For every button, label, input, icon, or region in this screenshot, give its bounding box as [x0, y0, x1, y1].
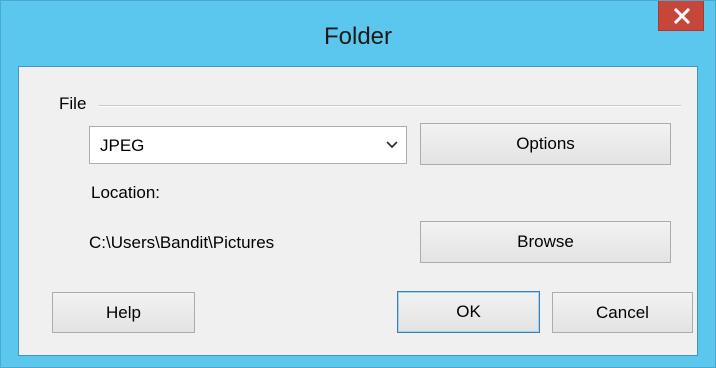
browse-button-label: Browse: [517, 232, 574, 251]
chevron-down-icon: [386, 141, 398, 149]
help-button-label: Help: [106, 303, 141, 322]
file-group-divider: [99, 105, 681, 107]
options-button[interactable]: Options: [420, 123, 671, 165]
ok-button[interactable]: OK: [397, 291, 540, 333]
file-group-label: File: [59, 94, 93, 114]
close-icon: [674, 8, 690, 24]
file-format-select[interactable]: JPEG: [89, 126, 407, 164]
help-button[interactable]: Help: [52, 292, 195, 333]
file-format-value: JPEG: [100, 136, 145, 155]
browse-button[interactable]: Browse: [420, 221, 671, 263]
location-label: Location:: [91, 183, 160, 202]
folder-dialog-window: Folder File JPEG Options Location: C:\Us…: [0, 0, 716, 368]
window-title: Folder: [323, 23, 393, 50]
location-path: C:\Users\Bandit\Pictures: [89, 233, 275, 252]
ok-button-label: OK: [456, 302, 481, 321]
cancel-button-label: Cancel: [596, 303, 649, 322]
options-button-label: Options: [516, 134, 575, 153]
dialog-body: File JPEG Options Location: C:\Users\Ban…: [18, 66, 698, 356]
cancel-button[interactable]: Cancel: [552, 292, 693, 333]
close-button[interactable]: [658, 1, 704, 31]
